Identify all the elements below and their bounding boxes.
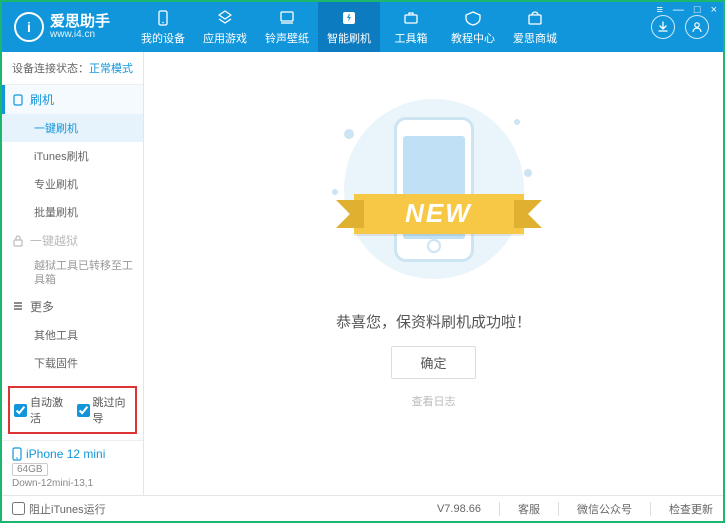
close-window-button[interactable]: × [711, 4, 717, 16]
sidebar-check[interactable]: 跳过向导 [77, 394, 132, 426]
conn-mode: 正常模式 [89, 63, 133, 75]
brand-name: 爱思助手 [50, 14, 110, 29]
tools-icon [402, 9, 420, 27]
maximize-window-button[interactable]: □ [694, 4, 701, 16]
group-label: 刷机 [30, 91, 54, 108]
menu-window-button[interactable]: ≡ [656, 4, 662, 16]
nav-item-apps[interactable]: 应用游戏 [194, 2, 256, 52]
divider [499, 502, 500, 516]
conn-label: 设备连接状态： [12, 63, 89, 75]
statusbar: 阻止iTunes运行 V7.98.66 客服 微信公众号 检查更新 [2, 495, 723, 521]
sidebar-group-title[interactable]: 刷机 [2, 85, 143, 114]
device-subinfo: Down-12mini-13,1 [12, 478, 133, 489]
sidebar-tree: 刷机一键刷机iTunes刷机专业刷机批量刷机一键越狱越狱工具已转移至工具箱更多其… [2, 85, 143, 380]
user-icon[interactable] [685, 15, 709, 39]
nav-item-label: 智能刷机 [327, 30, 371, 46]
block-itunes-checkbox[interactable]: 阻止iTunes运行 [12, 501, 106, 517]
sidebar-item[interactable]: iTunes刷机 [2, 142, 143, 170]
sidebar-group-title[interactable]: 更多 [2, 292, 143, 321]
divider [650, 502, 651, 516]
brand-url: www.i4.cn [50, 29, 110, 40]
lock-icon [12, 235, 24, 247]
sidebar-item[interactable]: 一键刷机 [2, 114, 143, 142]
sidebar-check-label: 跳过向导 [93, 394, 132, 426]
titlebar: i 爱思助手 www.i4.cn 我的设备 应用游戏 铃声壁纸 智能刷机 工具箱 教程中心… [2, 2, 723, 52]
user-icons [651, 15, 723, 39]
sidebar-check-input[interactable] [77, 404, 90, 417]
nav-item-label: 铃声壁纸 [265, 30, 309, 46]
support-link[interactable]: 客服 [518, 501, 540, 517]
status-right: V7.98.66 客服 微信公众号 检查更新 [437, 501, 713, 517]
nav-item-label: 爱思商城 [513, 30, 557, 46]
sidebar-item[interactable]: 专业刷机 [2, 170, 143, 198]
nav-item-label: 教程中心 [451, 30, 495, 46]
nav-item-device[interactable]: 我的设备 [132, 2, 194, 52]
window-controls: ≡ — □ × [656, 4, 717, 16]
main-nav: 我的设备 应用游戏 铃声壁纸 智能刷机 工具箱 教程中心 爱思商城 [132, 2, 566, 52]
app-window: ≡ — □ × i 爱思助手 www.i4.cn 我的设备 应用游戏 铃声壁纸 智能刷… [0, 0, 725, 523]
device-icon [154, 9, 172, 27]
main-content: NEW 恭喜您，保资料刷机成功啦！ 确定 查看日志 [144, 52, 723, 495]
media-icon [278, 9, 296, 27]
nav-item-flash[interactable]: 智能刷机 [318, 2, 380, 52]
sidebar-group: 一键越狱越狱工具已转移至工具箱 [2, 226, 143, 292]
body: 设备连接状态：正常模式 刷机一键刷机iTunes刷机专业刷机批量刷机一键越狱越狱… [2, 52, 723, 495]
minimize-window-button[interactable]: — [673, 4, 684, 16]
nav-item-label: 工具箱 [395, 30, 428, 46]
sidebar-note: 越狱工具已转移至工具箱 [2, 255, 143, 292]
sidebar-check-label: 自动激活 [30, 394, 69, 426]
version-label: V7.98.66 [437, 503, 481, 515]
nav-item-help[interactable]: 教程中心 [442, 2, 504, 52]
sidebar-check-input[interactable] [14, 404, 27, 417]
success-illustration: NEW [324, 99, 544, 289]
logo-icon: i [14, 12, 44, 42]
device-name: iPhone 12 mini [12, 447, 133, 461]
group-label: 一键越狱 [30, 232, 78, 249]
logo-block: i 爱思助手 www.i4.cn [2, 12, 122, 42]
shop-icon [526, 9, 544, 27]
flash-icon [340, 9, 358, 27]
device-storage-badge: 64GB [12, 463, 48, 476]
sidebar-group-title[interactable]: 一键越狱 [2, 226, 143, 255]
nav-item-shop[interactable]: 爱思商城 [504, 2, 566, 52]
block-itunes-input[interactable] [12, 502, 25, 515]
divider [558, 502, 559, 516]
ok-button[interactable]: 确定 [391, 346, 475, 379]
new-ribbon: NEW [354, 194, 524, 234]
sidebar-item[interactable]: 高级功能 [2, 377, 143, 380]
device-block[interactable]: iPhone 12 mini 64GB Down-12mini-13,1 [2, 440, 143, 495]
nav-item-media[interactable]: 铃声壁纸 [256, 2, 318, 52]
sidebar-item[interactable]: 其他工具 [2, 321, 143, 349]
sidebar-item[interactable]: 批量刷机 [2, 198, 143, 226]
device-name-label: iPhone 12 mini [26, 447, 105, 461]
block-itunes-label: 阻止iTunes运行 [29, 501, 106, 517]
nav-item-tools[interactable]: 工具箱 [380, 2, 442, 52]
view-log-link[interactable]: 查看日志 [412, 393, 456, 409]
more-icon [12, 300, 24, 312]
wechat-link[interactable]: 微信公众号 [577, 501, 632, 517]
help-icon [464, 9, 482, 27]
nav-item-label: 我的设备 [141, 30, 185, 46]
nav-item-label: 应用游戏 [203, 30, 247, 46]
download-icon[interactable] [651, 15, 675, 39]
check-update-link[interactable]: 检查更新 [669, 501, 713, 517]
sidebar-options: 自动激活跳过向导 [8, 386, 137, 434]
connection-status: 设备连接状态：正常模式 [2, 52, 143, 85]
group-label: 更多 [30, 298, 54, 315]
device-icon [12, 94, 24, 106]
phone-illustration-icon [394, 117, 474, 262]
apps-icon [216, 9, 234, 27]
sidebar-check[interactable]: 自动激活 [14, 394, 69, 426]
sidebar: 设备连接状态：正常模式 刷机一键刷机iTunes刷机专业刷机批量刷机一键越狱越狱… [2, 52, 144, 495]
sidebar-item[interactable]: 下载固件 [2, 349, 143, 377]
sidebar-group: 刷机一键刷机iTunes刷机专业刷机批量刷机 [2, 85, 143, 226]
success-message: 恭喜您，保资料刷机成功啦！ [336, 311, 531, 332]
sidebar-group: 更多其他工具下载固件高级功能 [2, 292, 143, 380]
phone-icon [12, 447, 22, 461]
